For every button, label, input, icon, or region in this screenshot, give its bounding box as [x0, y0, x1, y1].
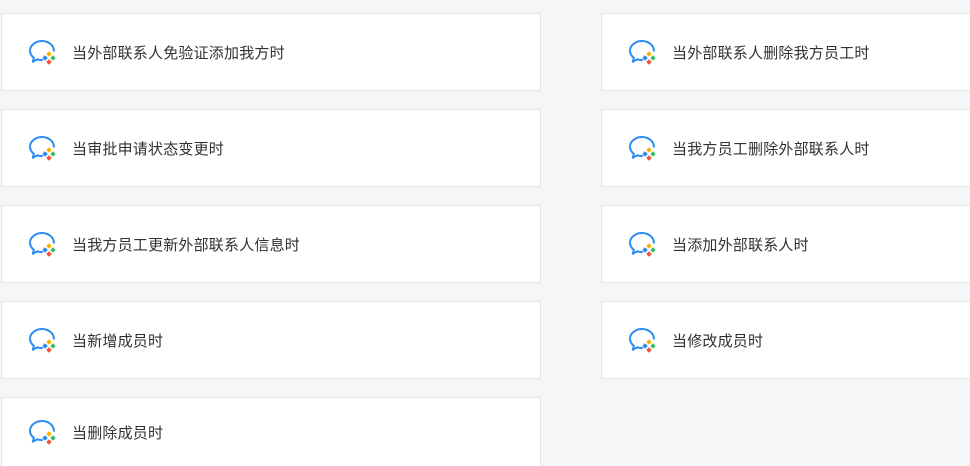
- trigger-card-member-deleted[interactable]: 当删除成员时: [1, 397, 541, 466]
- wecom-chat-icon: [28, 135, 58, 161]
- trigger-label: 当新增成员时: [72, 331, 164, 350]
- trigger-label: 当删除成员时: [72, 423, 164, 442]
- trigger-card-external-contact-delete-staff[interactable]: 当外部联系人删除我方员工时: [601, 13, 970, 91]
- trigger-label: 当外部联系人删除我方员工时: [672, 43, 870, 62]
- wecom-chat-icon: [28, 419, 58, 445]
- wecom-chat-icon: [28, 327, 58, 353]
- trigger-label: 当审批申请状态变更时: [72, 139, 225, 158]
- trigger-label: 当添加外部联系人时: [672, 235, 809, 254]
- trigger-card-approval-status-change[interactable]: 当审批申请状态变更时: [1, 109, 541, 187]
- trigger-card-member-updated[interactable]: 当修改成员时: [601, 301, 970, 379]
- trigger-label: 当我方员工更新外部联系人信息时: [72, 235, 301, 254]
- trigger-card-external-contact-add-no-verify[interactable]: 当外部联系人免验证添加我方时: [1, 13, 541, 91]
- trigger-label: 当修改成员时: [672, 331, 764, 350]
- wecom-chat-icon: [628, 327, 658, 353]
- trigger-card-add-external-contact[interactable]: 当添加外部联系人时: [601, 205, 970, 283]
- trigger-grid: 当外部联系人免验证添加我方时 当外部联系人删除我方员工时 当审批申请状态变更时 …: [0, 0, 970, 466]
- trigger-card-staff-update-external-contact[interactable]: 当我方员工更新外部联系人信息时: [1, 205, 541, 283]
- trigger-label: 当外部联系人免验证添加我方时: [72, 43, 285, 62]
- trigger-card-staff-delete-external-contact[interactable]: 当我方员工删除外部联系人时: [601, 109, 970, 187]
- wecom-chat-icon: [628, 135, 658, 161]
- wecom-chat-icon: [628, 231, 658, 257]
- trigger-label: 当我方员工删除外部联系人时: [672, 139, 870, 158]
- trigger-card-member-created[interactable]: 当新增成员时: [1, 301, 541, 379]
- wecom-chat-icon: [628, 39, 658, 65]
- wecom-chat-icon: [28, 231, 58, 257]
- wecom-chat-icon: [28, 39, 58, 65]
